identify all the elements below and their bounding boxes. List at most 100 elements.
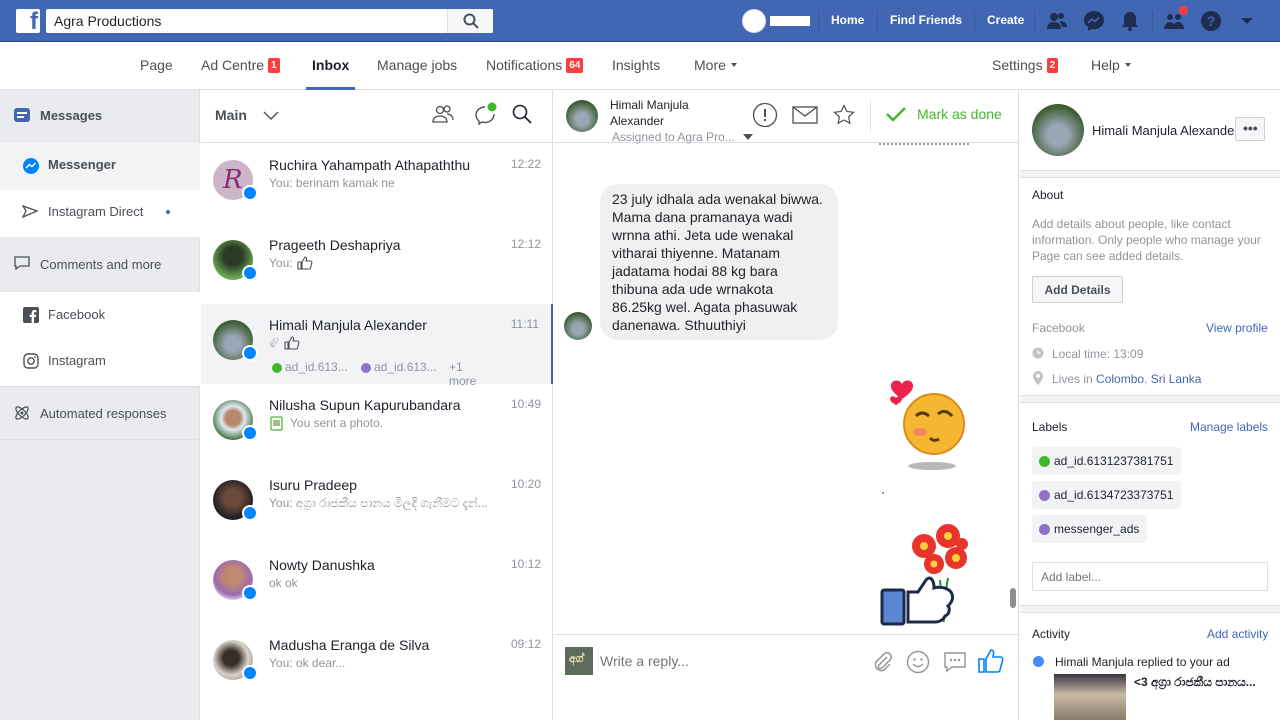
avatar[interactable] [1032, 104, 1084, 156]
contact-name[interactable]: Himali Manjula Alexander [1092, 123, 1234, 138]
notifications-bell-icon[interactable] [1119, 10, 1141, 32]
tab-manage-jobs[interactable]: Manage jobs [377, 57, 457, 73]
tab-settings[interactable]: Settings 2 [992, 57, 1059, 73]
search-icon[interactable] [512, 104, 532, 124]
label-chip[interactable]: ad_id.6131237381751 [1032, 447, 1182, 475]
envelope-icon[interactable] [792, 106, 818, 124]
view-profile-link[interactable]: View profile [1206, 321, 1268, 335]
local-time: Local time: 13:09 [1052, 347, 1144, 361]
profile-name-redacted [770, 16, 810, 26]
conversation-name: Madusha Eranga de Silva [269, 637, 430, 653]
sidebar-item-messages[interactable]: Messages [0, 106, 200, 126]
home-link[interactable]: Home [831, 13, 864, 27]
tab-inbox[interactable]: Inbox [312, 57, 349, 73]
divider [1020, 605, 1280, 613]
facebook-logo-icon[interactable]: f [16, 8, 40, 35]
conversation-item[interactable]: Nowty Danushka 10:12 ok ok [201, 544, 553, 624]
search-input[interactable] [46, 9, 446, 33]
avatar-letter-graphic: R [223, 165, 243, 195]
label-chip[interactable]: messenger_ads [1032, 515, 1148, 543]
paperclip-icon[interactable] [872, 651, 894, 673]
assigned-to-label[interactable]: Assigned to Agra Pro... [612, 130, 735, 144]
help-icon[interactable]: ? [1200, 10, 1222, 32]
page-avatar: අග් [565, 647, 593, 675]
contact-name-line2[interactable]: Alexander [610, 114, 664, 128]
add-details-button[interactable]: Add Details [1032, 276, 1123, 303]
manage-labels-link[interactable]: Manage labels [1190, 420, 1268, 434]
thumbs-up-icon [297, 256, 313, 270]
label-chip[interactable]: ad_id.6134723373751 [1032, 481, 1182, 509]
chevron-down-icon[interactable] [263, 111, 279, 121]
more-labels-tag[interactable]: +1 more [445, 358, 497, 388]
tab-page[interactable]: Page [140, 57, 173, 73]
conversation-item[interactable]: Prageeth Deshapriya 12:12 You: [201, 224, 553, 304]
messenger-badge-icon [242, 665, 258, 681]
more-options-button[interactable]: ••• [1235, 117, 1265, 141]
ad-title[interactable]: <3 අග්‍රා රාජකීය පානය... [1134, 675, 1274, 690]
contact-name-line1[interactable]: Himali Manjula [610, 98, 689, 112]
tab-label: Page [140, 57, 173, 73]
star-icon[interactable] [833, 104, 855, 126]
facebook-label: Facebook [1032, 321, 1085, 335]
label-tag: ad_id.613... [356, 358, 442, 378]
messenger-icon[interactable] [1083, 10, 1105, 32]
conversation-item-selected[interactable]: Himali Manjula Alexander 11:11 ad_id.613… [201, 304, 553, 388]
thumbs-up-send-icon[interactable] [978, 648, 1004, 674]
svg-text:?: ? [1207, 13, 1216, 29]
sidebar-item-comments[interactable]: Comments and more [0, 253, 200, 273]
conversation-item[interactable]: Nilusha Supun Kapurubandara 10:49 You se… [201, 384, 553, 464]
add-label-input[interactable] [1032, 562, 1268, 591]
friend-requests-icon[interactable] [1046, 10, 1068, 32]
folder-filter-label[interactable]: Main [215, 107, 247, 123]
conversation-item[interactable]: R Ruchira Yahampath Athapaththu 12:22 Yo… [201, 144, 553, 224]
sidebar-item-label: Messages [40, 108, 103, 123]
create-link[interactable]: Create [987, 13, 1024, 27]
find-friends-link[interactable]: Find Friends [890, 13, 962, 27]
country-link[interactable]: Sri Lanka [1151, 372, 1202, 386]
add-activity-link[interactable]: Add activity [1207, 627, 1268, 641]
chat-scrollbar-thumb[interactable] [1010, 588, 1016, 608]
page-tab-bar: Page Ad Centre 1 Inbox Manage jobs Notifi… [0, 42, 1280, 90]
avatar [742, 9, 766, 33]
chevron-down-icon [1124, 63, 1131, 67]
count-badge: 1 [268, 58, 280, 73]
spam-alert-icon[interactable] [752, 102, 778, 128]
conversation-panel: Himali Manjula Alexander Assigned to Agr… [554, 90, 1019, 720]
conversation-name: Prageeth Deshapriya [269, 237, 401, 253]
search-button[interactable] [447, 9, 493, 33]
sidebar-item-instagram[interactable]: Instagram [0, 339, 200, 386]
mark-as-done-button[interactable]: Mark as done [886, 104, 1006, 128]
sidebar-item-automated-responses[interactable]: Automated responses [0, 403, 200, 423]
label-chip-text: ad_id.6131237381751 [1054, 454, 1174, 468]
sidebar-item-label: Facebook [48, 307, 106, 322]
unread-filter-icon[interactable] [474, 102, 498, 126]
messenger-badge-icon [242, 265, 258, 281]
profile-link[interactable] [742, 9, 812, 33]
conversation-snippet: You sent a photo. [290, 416, 383, 430]
conversation-item[interactable]: Isuru Pradeep 10:20 You: අග්‍රා රාජකීය ප… [201, 464, 553, 544]
sidebar-item-facebook[interactable]: Facebook [0, 292, 200, 339]
sidebar-item-instagram-direct[interactable]: Instagram Direct [0, 190, 200, 237]
label-chip-text: messenger_ads [1054, 522, 1140, 536]
emoji-icon[interactable] [906, 650, 930, 674]
tab-more[interactable]: More [694, 57, 737, 73]
avatar[interactable] [566, 100, 598, 132]
tab-ad-centre[interactable]: Ad Centre 1 [201, 57, 280, 73]
location-pin-icon [1033, 371, 1043, 385]
tab-help[interactable]: Help [1091, 57, 1131, 73]
people-filter-icon[interactable] [432, 104, 454, 124]
conversation-name: Isuru Pradeep [269, 477, 357, 493]
account-menu-caret-icon[interactable] [1236, 10, 1258, 32]
sidebar-item-label: Messenger [48, 157, 116, 172]
search-box [46, 9, 493, 33]
sidebar-item-messenger[interactable]: Messenger [0, 143, 200, 190]
reply-input[interactable] [600, 649, 800, 673]
tab-notifications[interactable]: Notifications 64 [486, 57, 584, 73]
conversation-item[interactable]: Madusha Eranga de Silva 09:12 You: ok de… [201, 624, 553, 704]
city-link[interactable]: Colombo [1096, 372, 1144, 386]
tab-insights[interactable]: Insights [612, 57, 660, 73]
saved-replies-icon[interactable] [943, 650, 967, 674]
chevron-down-icon[interactable] [743, 134, 753, 140]
conversation-name: Himali Manjula Alexander [269, 317, 427, 333]
ad-thumbnail-image[interactable] [1054, 674, 1126, 720]
